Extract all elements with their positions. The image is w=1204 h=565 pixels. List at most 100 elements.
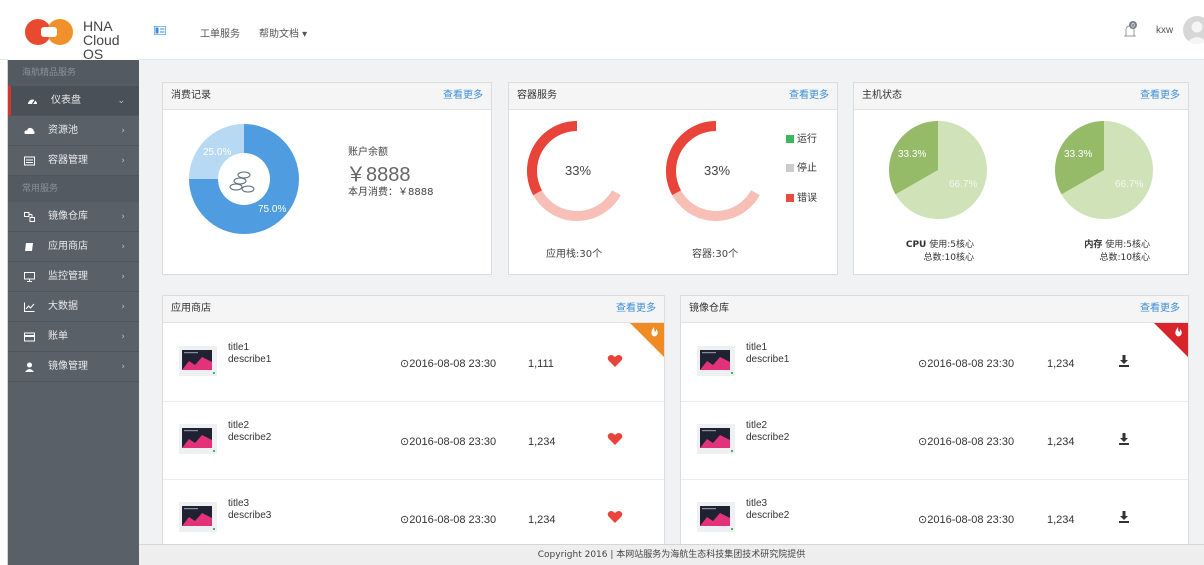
- legend-label: 停止: [797, 163, 817, 174]
- list-item[interactable]: title1 describe1 ⊙2016-08-08 23:30 1,234: [681, 324, 1188, 402]
- item-description: describe1: [746, 354, 790, 365]
- item-text: title2 describe2: [228, 420, 271, 444]
- sidebar-item-label: 应用商店: [48, 241, 88, 252]
- sidebar-item-label: 仪表盘: [51, 95, 81, 106]
- sidebar-item-container-mgmt[interactable]: 容器管理 ›: [8, 146, 139, 176]
- ring2-percent: 33%: [704, 163, 731, 178]
- coin: [233, 177, 247, 185]
- item-title: title1: [228, 342, 250, 353]
- mem-pie-label-dark: 33.3%: [1064, 149, 1093, 160]
- coin: [237, 171, 251, 179]
- hna-logo-icon: [25, 19, 73, 45]
- item-text: title1 describe1: [228, 342, 271, 366]
- item-text: title3 describe3: [228, 498, 271, 522]
- legend-swatch: [786, 194, 794, 202]
- pie-label-25: 25.0%: [203, 147, 232, 158]
- like-heart-icon[interactable]: [607, 432, 623, 446]
- top-header: HNA Cloud OS 工单服务 帮助文档 ▾ 0 kxw: [0, 0, 1204, 61]
- item-description: describe3: [228, 510, 272, 521]
- app-stack-caption: 应用栈:30个: [546, 249, 603, 260]
- mem-pie-label-light: 66.7%: [1115, 179, 1144, 190]
- menu-toggle-icon[interactable]: [154, 26, 166, 35]
- app-thumbnail-icon: [697, 346, 735, 376]
- app-store-card: 应用商店 查看更多 title1 describe1 ⊙2016-08-08 23:…: [162, 295, 665, 565]
- left-edge: [0, 0, 8, 565]
- like-heart-icon[interactable]: [607, 354, 623, 368]
- card-title: 主机状态: [862, 90, 902, 101]
- legend-running: 运行: [786, 130, 817, 145]
- chart-line-icon: [24, 302, 35, 312]
- sidebar: 海航精品服务 仪表盘 ⌄ 资源池 › 容器管理 › 常用服务 镜像仓库 › 应用…: [8, 60, 139, 565]
- item-timestamp: ⊙2016-08-08 23:30: [918, 436, 1015, 448]
- card-header: 容器服务 查看更多: [509, 83, 837, 110]
- sidebar-item-label: 镜像仓库: [48, 211, 88, 222]
- item-description: describe2: [746, 510, 790, 521]
- card-title: 镜像仓库: [689, 303, 729, 314]
- user-name[interactable]: kxw: [1156, 25, 1173, 36]
- avatar[interactable]: [1183, 16, 1204, 44]
- download-icon[interactable]: [1116, 432, 1132, 446]
- sidebar-item-app-store[interactable]: 应用商店 ›: [8, 232, 139, 262]
- sidebar-item-mirror-repo[interactable]: 镜像仓库 ›: [8, 202, 139, 232]
- view-more-link[interactable]: 查看更多: [443, 83, 483, 109]
- chevron-right-icon: ›: [121, 332, 125, 342]
- memory-pie-chart: [1055, 121, 1153, 219]
- coin: [241, 185, 255, 193]
- item-text: title3 describe2: [746, 498, 789, 522]
- card-header: 主机状态 查看更多: [854, 83, 1188, 110]
- item-timestamp: ⊙2016-08-08 23:30: [400, 358, 497, 370]
- sidebar-item-image-mgmt[interactable]: 镜像管理 ›: [8, 352, 139, 382]
- container-service-card: 容器服务 查看更多 33% 33% 运行 停止 错误 应用栈:30个 容器:30…: [508, 82, 838, 275]
- sidebar-item-dashboard[interactable]: 仪表盘 ⌄: [8, 86, 139, 116]
- item-description: describe2: [228, 432, 272, 443]
- view-more-link[interactable]: 查看更多: [1140, 83, 1180, 109]
- nav-work-order[interactable]: 工单服务: [200, 25, 240, 40]
- legend-swatch: [786, 135, 794, 143]
- month-spend: 本月消费：￥8888: [348, 187, 434, 198]
- legend-stopped: 停止: [786, 159, 817, 174]
- legend-error: 错误: [786, 189, 817, 204]
- sidebar-item-resource-pool[interactable]: 资源池 ›: [8, 116, 139, 146]
- mem-used-line: 内存 使用:5核心: [1060, 239, 1150, 252]
- download-icon[interactable]: [1116, 510, 1132, 524]
- view-more-link[interactable]: 查看更多: [789, 83, 829, 109]
- download-icon[interactable]: [1116, 354, 1132, 368]
- chevron-right-icon: ›: [121, 126, 125, 136]
- nav-help-docs[interactable]: 帮助文档 ▾: [259, 25, 307, 40]
- sidebar-item-monitor[interactable]: 监控管理 ›: [8, 262, 139, 292]
- sidebar-item-bigdata[interactable]: 大数据 ›: [8, 292, 139, 322]
- balance-label: 账户余额: [348, 147, 388, 158]
- item-timestamp: ⊙2016-08-08 23:30: [918, 358, 1015, 370]
- logo[interactable]: HNA Cloud OS: [8, 0, 139, 61]
- chevron-down-icon: ⌄: [117, 96, 125, 106]
- host-status-card: 主机状态 查看更多 33.3% 66.7% 33.3% 66.7% CPU 使用…: [853, 82, 1189, 275]
- view-more-link[interactable]: 查看更多: [1140, 296, 1180, 322]
- app-thumbnail-icon: [697, 424, 735, 454]
- cpu-total: 总数:10核心: [923, 253, 975, 263]
- legend-label: 错误: [797, 193, 817, 204]
- item-count: 1,234: [1047, 514, 1075, 526]
- list-item[interactable]: title2 describe2 ⊙2016-08-08 23:30 1,234: [163, 402, 664, 480]
- list-item[interactable]: title1 describe1 ⊙2016-08-08 23:30 1,111: [163, 324, 664, 402]
- monitor-icon: [24, 272, 35, 282]
- card-title: 容器服务: [517, 90, 557, 101]
- like-heart-icon[interactable]: [607, 510, 623, 524]
- card-header: 应用商店 查看更多: [163, 296, 664, 323]
- bell-icon[interactable]: 0: [1122, 21, 1138, 39]
- item-description: describe2: [746, 432, 790, 443]
- chevron-right-icon: ›: [121, 212, 125, 222]
- list-item[interactable]: title2 describe2 ⊙2016-08-08 23:30 1,234: [681, 402, 1188, 480]
- item-text: title1 describe1: [746, 342, 789, 366]
- cloud-icon: [24, 127, 35, 134]
- sidebar-item-label: 资源池: [48, 125, 78, 136]
- cpu-pie-chart: [889, 121, 987, 219]
- item-count: 1,111: [528, 358, 554, 370]
- mem-used: 使用:5核心: [1105, 240, 1150, 250]
- main-content: 消费记录 查看更多 25.0% 75.0% 账户余额 ￥8888 本月消费：￥8…: [139, 60, 1204, 565]
- ring1-percent: 33%: [565, 163, 592, 178]
- sidebar-item-bill[interactable]: 账单 ›: [8, 322, 139, 352]
- view-more-link[interactable]: 查看更多: [616, 296, 656, 322]
- item-description: describe1: [228, 354, 272, 365]
- user-icon: [25, 362, 34, 372]
- coin: [229, 183, 243, 191]
